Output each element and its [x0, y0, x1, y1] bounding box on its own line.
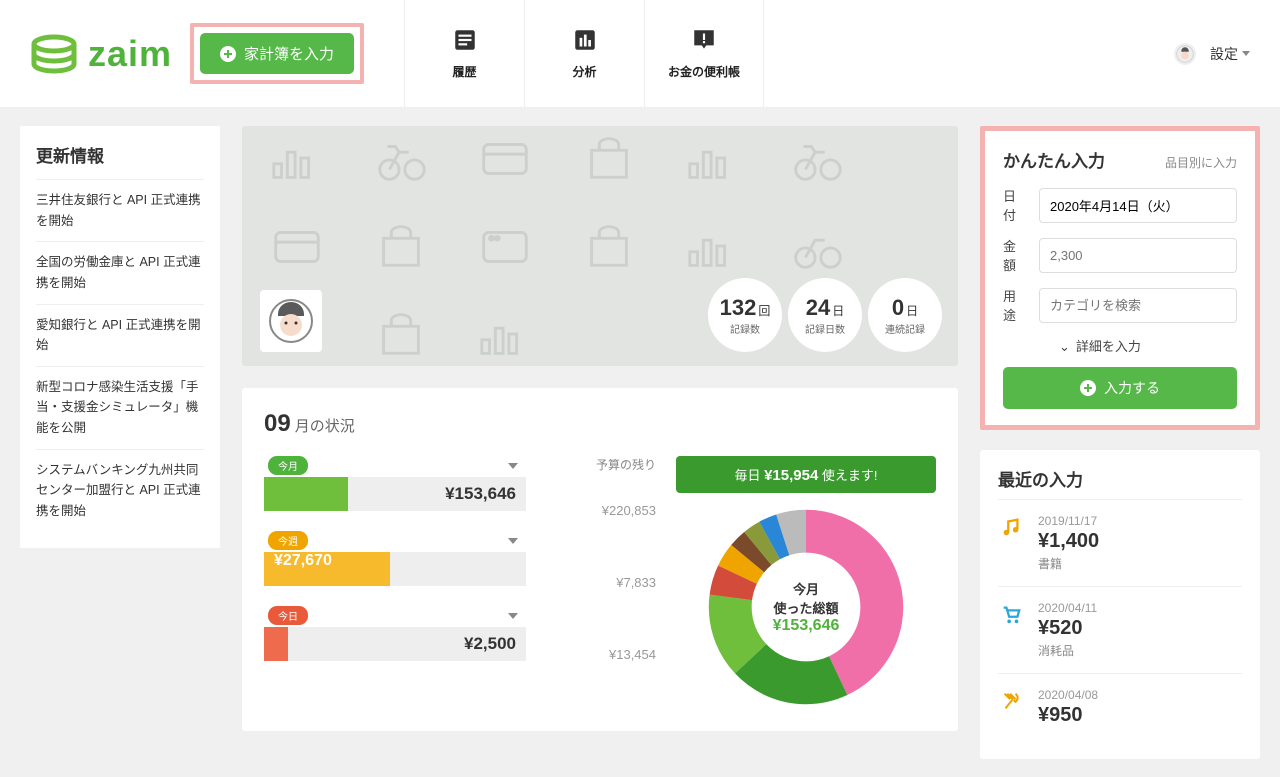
date-input[interactable] — [1039, 188, 1237, 223]
chevron-down-icon — [1242, 51, 1250, 56]
detail-toggle[interactable]: ⌄詳細を入力 — [1003, 336, 1237, 355]
category-icon — [998, 688, 1024, 729]
budget-column: 予算の残り ¥220,853 ¥7,833 ¥13,454 — [546, 456, 656, 709]
spending-donut-chart[interactable]: 今月 使った総額 ¥153,646 — [706, 507, 906, 707]
bar-track[interactable]: ¥2,500 — [264, 627, 526, 661]
nav-analysis[interactable]: 分析 — [524, 0, 644, 107]
news-item[interactable]: 三井住友銀行と API 正式連携を開始 — [36, 179, 204, 241]
purpose-input[interactable] — [1039, 288, 1237, 323]
bar-dropdown-icon[interactable] — [508, 463, 518, 469]
input-budget-button[interactable]: 家計簿を入力 — [200, 33, 354, 74]
bar-value: ¥153,646 — [445, 484, 516, 504]
chevron-down-icon: ⌄ — [1059, 339, 1070, 355]
hero-stats: 132回 記録数 24日 記録日数 0日 連続記録 — [708, 278, 942, 352]
bar-dropdown-icon[interactable] — [508, 613, 518, 619]
recent-entries-card: 最近の入力 2019/11/17 ¥1,400 書籍 2020/04/11 ¥5… — [980, 450, 1260, 759]
settings-label: 設定 — [1210, 44, 1238, 64]
entry-date: 2020/04/08 — [1038, 688, 1098, 702]
news-item[interactable]: システムバンキング九州共同センター加盟行と API 正式連携を開始 — [36, 449, 204, 532]
month-status-card: 09月の状況 今月 ¥153,646 今週 ¥27,670 今日 ¥2,500 … — [242, 388, 958, 731]
bar-fill — [264, 477, 348, 511]
nav-money-guide[interactable]: お金の便利帳 — [644, 0, 764, 107]
news-title: 更新情報 — [36, 142, 204, 167]
entry-amount: ¥520 — [1038, 617, 1097, 640]
header-right: 設定 — [1174, 43, 1250, 65]
quick-input-card: かんたん入力 品目別に入力 日付 金額 用途 ⌄詳細を入力 入力する — [980, 126, 1260, 430]
entry-amount: ¥1,400 — [1038, 530, 1099, 553]
hero-banner: 132回 記録数 24日 記録日数 0日 連続記録 — [242, 126, 958, 366]
stat-streak: 0日 連続記録 — [868, 278, 942, 352]
app-header: zaim 家計簿を入力 履歴 分析 お金の便利帳 設定 — [0, 0, 1280, 108]
daily-budget-banner: 毎日 ¥15,954 使えます! — [676, 456, 936, 493]
input-budget-highlight: 家計簿を入力 — [190, 23, 364, 84]
nav-analysis-label: 分析 — [573, 63, 597, 80]
bar-value: ¥2,500 — [464, 634, 516, 654]
profile-avatar[interactable] — [260, 290, 322, 352]
news-item[interactable]: 愛知銀行と API 正式連携を開始 — [36, 304, 204, 366]
recent-item[interactable]: 2019/11/17 ¥1,400 書籍 — [998, 499, 1242, 586]
bar-dropdown-icon[interactable] — [508, 538, 518, 544]
bar-track[interactable]: ¥27,670 — [264, 552, 526, 586]
bar-fill: ¥27,670 — [264, 552, 390, 586]
recent-title: 最近の入力 — [998, 466, 1242, 491]
month-title: 09月の状況 — [264, 410, 936, 438]
recent-item[interactable]: 2020/04/11 ¥520 消耗品 — [998, 586, 1242, 673]
news-item[interactable]: 全国の労働金庫と API 正式連携を開始 — [36, 241, 204, 303]
category-icon — [998, 514, 1024, 572]
donut-center-label: 今月 使った総額 ¥153,646 — [706, 507, 906, 707]
plus-circle-icon — [1080, 380, 1096, 396]
logo-icon — [30, 32, 78, 76]
period-bar-row: 今月 ¥153,646 — [264, 456, 526, 511]
avatar-icon[interactable] — [1174, 43, 1196, 65]
period-bar-row: 今日 ¥2,500 — [264, 606, 526, 661]
category-icon — [998, 601, 1024, 659]
settings-dropdown[interactable]: 設定 — [1210, 44, 1250, 64]
by-item-link[interactable]: 品目別に入力 — [1165, 154, 1237, 171]
nav-money-guide-label: お金の便利帳 — [668, 63, 740, 80]
analysis-icon — [572, 27, 598, 53]
entry-date: 2020/04/11 — [1038, 601, 1097, 615]
quick-input-title: かんたん入力 — [1003, 147, 1105, 172]
period-tag: 今日 — [268, 606, 308, 625]
history-icon — [452, 27, 478, 53]
logo[interactable]: zaim — [30, 32, 172, 76]
amount-label: 金額 — [1003, 236, 1027, 274]
entry-amount: ¥950 — [1038, 704, 1098, 727]
bar-fill — [264, 627, 288, 661]
donut-column: 毎日 ¥15,954 使えます! 今月 使った総額 ¥153,646 — [676, 456, 936, 709]
period-bars: 今月 ¥153,646 今週 ¥27,670 今日 ¥2,500 — [264, 456, 526, 709]
period-bar-row: 今週 ¥27,670 — [264, 531, 526, 586]
submit-button[interactable]: 入力する — [1003, 367, 1237, 409]
input-budget-label: 家計簿を入力 — [244, 43, 334, 64]
amount-input[interactable] — [1039, 238, 1237, 273]
money-guide-icon — [691, 27, 717, 53]
nav-history[interactable]: 履歴 — [404, 0, 524, 107]
period-tag: 今月 — [268, 456, 308, 475]
logo-text: zaim — [88, 33, 172, 75]
purpose-label: 用途 — [1003, 286, 1027, 324]
date-label: 日付 — [1003, 186, 1027, 224]
news-sidebar: 更新情報 三井住友銀行と API 正式連携を開始 全国の労働金庫と API 正式… — [20, 126, 220, 548]
nav-tabs: 履歴 分析 お金の便利帳 — [404, 0, 764, 107]
news-item[interactable]: 新型コロナ感染生活支援「手当・支援金シミュレータ」機能を公開 — [36, 366, 204, 449]
plus-circle-icon — [220, 46, 236, 62]
entry-category: 書籍 — [1038, 555, 1099, 572]
nav-history-label: 履歴 — [453, 63, 477, 80]
stat-records: 132回 記録数 — [708, 278, 782, 352]
period-tag: 今週 — [268, 531, 308, 550]
bar-track[interactable]: ¥153,646 — [264, 477, 526, 511]
stat-days: 24日 記録日数 — [788, 278, 862, 352]
entry-date: 2019/11/17 — [1038, 514, 1099, 528]
entry-category: 消耗品 — [1038, 642, 1097, 659]
